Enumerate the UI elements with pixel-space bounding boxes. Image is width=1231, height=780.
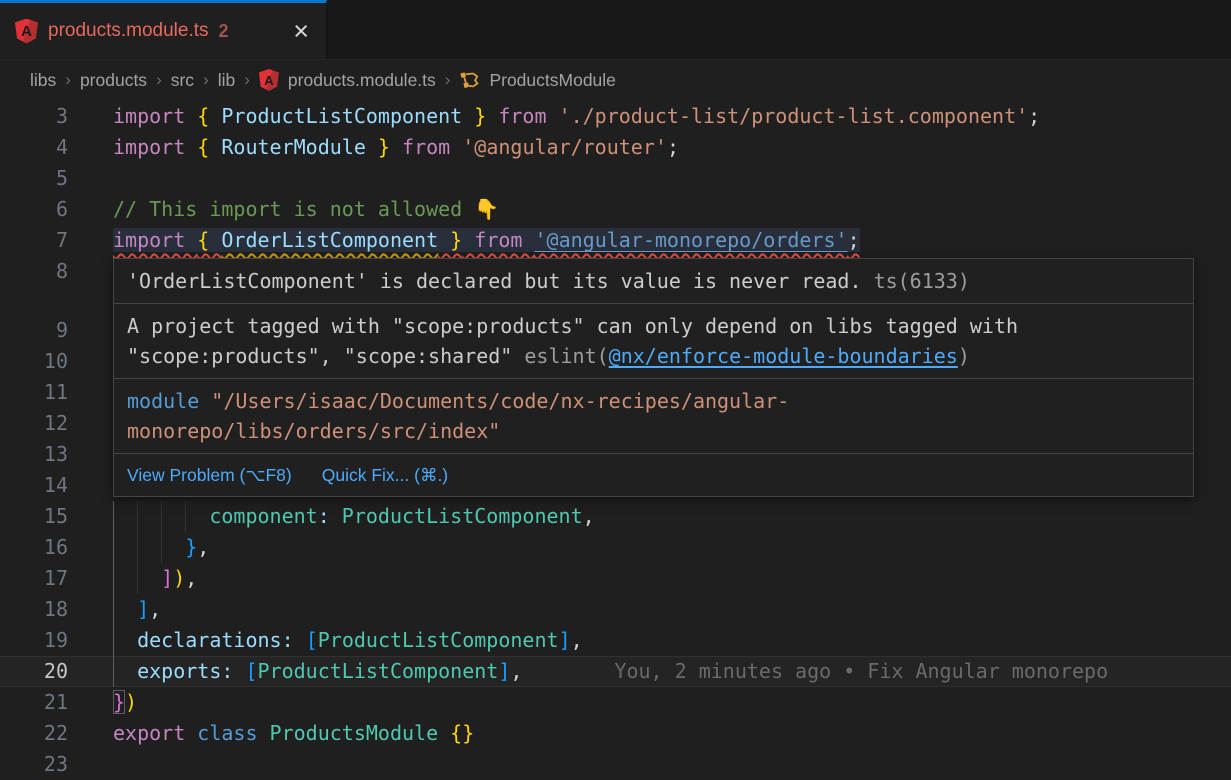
code-line-21[interactable]: 21}) xyxy=(0,687,1231,718)
indent-guide xyxy=(137,563,138,594)
line-content xyxy=(113,749,1231,780)
line-number[interactable]: 4 xyxy=(0,132,68,163)
breadcrumb-item-src[interactable]: src xyxy=(171,70,194,91)
line-number[interactable]: 13 xyxy=(0,439,68,470)
line-number[interactable]: 15 xyxy=(0,501,68,532)
hover-popup: 'OrderListComponent' is declared but its… xyxy=(113,258,1194,497)
code-line-3[interactable]: 3 import { ProductListComponent } from '.… xyxy=(0,101,1231,132)
line-number[interactable]: 19 xyxy=(0,625,68,656)
code-line-5[interactable]: 5 xyxy=(0,163,1231,194)
line-number[interactable]: 10 xyxy=(0,346,68,377)
indent-guide xyxy=(113,501,114,532)
line-content: import { OrderListComponent } from '@ang… xyxy=(113,225,1231,256)
indent-guide xyxy=(137,532,138,563)
angular-icon: A xyxy=(259,69,279,91)
chevron-right-icon: › xyxy=(156,70,162,90)
line-number[interactable]: 5 xyxy=(0,163,68,194)
code-line-19[interactable]: 19 declarations: [ProductListComponent], xyxy=(0,625,1231,656)
chevron-right-icon: › xyxy=(65,70,71,90)
line-number[interactable]: 17 xyxy=(0,563,68,594)
class-symbol-icon xyxy=(459,70,480,91)
ts-error-code: ts(6133) xyxy=(874,269,970,293)
line-content xyxy=(113,163,1231,194)
indent-guide xyxy=(137,501,138,532)
line-content: ]), xyxy=(113,563,1231,594)
line-content: ], xyxy=(113,594,1231,625)
breadcrumb-item-file[interactable]: products.module.ts xyxy=(288,70,436,91)
breadcrumb-item-libs[interactable]: libs xyxy=(30,70,56,91)
line-number[interactable]: 11 xyxy=(0,377,68,408)
code-line-17[interactable]: 17 ]), xyxy=(0,563,1231,594)
line-content: exports: [ProductListComponent],You, 2 m… xyxy=(113,656,1231,687)
module-specifier-link[interactable]: '@angular-monorepo/orders' xyxy=(534,228,847,252)
code-line-18[interactable]: 18 ], xyxy=(0,594,1231,625)
hover-actions: View Problem (⌥F8) Quick Fix... (⌘.) xyxy=(114,453,1193,496)
code-editor[interactable]: 3 import { ProductListComponent } from '.… xyxy=(0,100,1231,780)
hover-eslint-message: A project tagged with "scope:products" c… xyxy=(114,303,1193,378)
line-number[interactable]: 12 xyxy=(0,408,68,439)
indent-guide xyxy=(113,563,114,594)
code-line-6[interactable]: 6 // This import is not allowed 👇 xyxy=(0,194,1231,225)
code-line-15[interactable]: 15 component: ProductListComponent, xyxy=(0,501,1231,532)
indent-guide xyxy=(113,656,114,687)
line-number[interactable]: 7 xyxy=(0,225,68,256)
line-number[interactable]: 6 xyxy=(0,194,68,225)
breadcrumb-item-symbol[interactable]: ProductsModule xyxy=(489,70,615,91)
close-icon[interactable]: × xyxy=(291,21,311,41)
line-number[interactable]: 20 xyxy=(0,656,68,687)
hover-module-path: module "/Users/isaac/Documents/code/nx-r… xyxy=(114,378,1193,453)
tab-bar: A products.module.ts 2 × xyxy=(0,0,1231,60)
line-number[interactable]: 23 xyxy=(0,749,68,780)
code-line-20[interactable]: 20 exports: [ProductListComponent],You, … xyxy=(0,656,1231,687)
line-content: // This import is not allowed 👇 xyxy=(113,194,1231,225)
highlighted-range: import { OrderListComponent } from '@ang… xyxy=(113,228,860,252)
line-content: declarations: [ProductListComponent], xyxy=(113,625,1231,656)
indent-guide xyxy=(113,532,114,563)
line-number[interactable]: 22 xyxy=(0,718,68,749)
line-content: import { RouterModule } from '@angular/r… xyxy=(113,132,1231,163)
indent-guide xyxy=(113,625,114,656)
tab-label: products.module.ts xyxy=(48,20,209,42)
breadcrumb-item-products[interactable]: products xyxy=(80,70,147,91)
breadcrumb: libs › products › src › lib › A products… xyxy=(0,60,1231,100)
line-number[interactable]: 18 xyxy=(0,594,68,625)
line-number[interactable]: 16 xyxy=(0,532,68,563)
angular-icon: A xyxy=(15,19,38,44)
hover-ts-message: 'OrderListComponent' is declared but its… xyxy=(114,259,1193,303)
line-content: export class ProductsModule {} xyxy=(113,718,1231,749)
tab-products-module[interactable]: A products.module.ts 2 × xyxy=(0,0,327,59)
line-number[interactable]: 8 xyxy=(0,256,68,287)
line-content: }, xyxy=(113,532,1231,563)
indent-guide xyxy=(113,594,114,625)
code-line-4[interactable]: 4 import { RouterModule } from '@angular/… xyxy=(0,132,1231,163)
breadcrumb-item-lib[interactable]: lib xyxy=(218,70,236,91)
chevron-right-icon: › xyxy=(244,70,250,90)
indent-guide xyxy=(185,501,186,532)
quick-fix-link[interactable]: Quick Fix... (⌘.) xyxy=(322,460,448,490)
line-number[interactable]: 21 xyxy=(0,687,68,718)
indent-guide xyxy=(161,501,162,532)
line-content: component: ProductListComponent, xyxy=(113,501,1231,532)
line-number[interactable]: 14 xyxy=(0,470,68,501)
eslint-rule-link[interactable]: @nx/enforce-module-boundaries xyxy=(609,344,958,368)
tab-badge: 2 xyxy=(219,21,229,42)
code-line-23[interactable]: 23 xyxy=(0,749,1231,780)
code-line-7[interactable]: 7 import { OrderListComponent } from '@an… xyxy=(0,225,1231,256)
line-content: import { ProductListComponent } from './… xyxy=(113,101,1231,132)
code-line-16[interactable]: 16 }, xyxy=(0,532,1231,563)
line-content: }) xyxy=(113,687,1231,718)
line-number[interactable]: 9 xyxy=(0,315,68,346)
git-blame-annotation: You, 2 minutes ago • Fix Angular monorep… xyxy=(614,659,1108,683)
indent-guide xyxy=(161,532,162,563)
view-problem-link[interactable]: View Problem (⌥F8) xyxy=(127,460,292,490)
code-line-22[interactable]: 22 export class ProductsModule {} xyxy=(0,718,1231,749)
chevron-right-icon: › xyxy=(445,70,451,90)
line-number[interactable]: 3 xyxy=(0,101,68,132)
chevron-right-icon: › xyxy=(203,70,209,90)
